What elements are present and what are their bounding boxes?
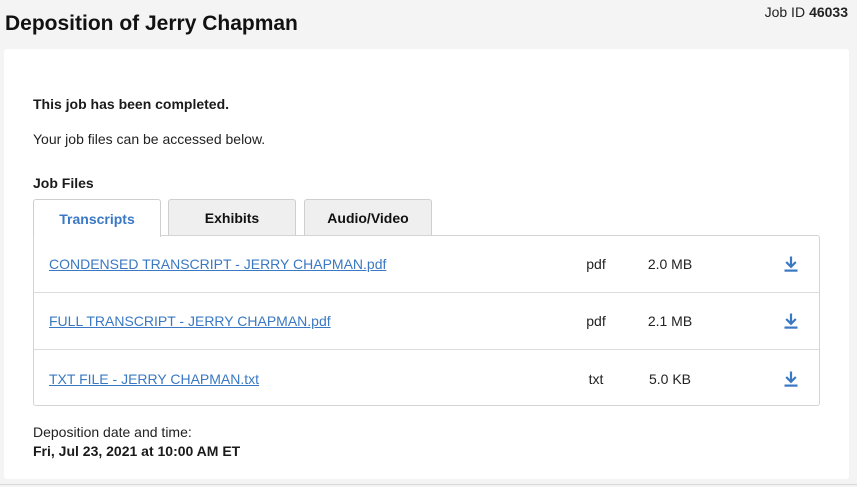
table-row: TXT FILE - JERRY CHAPMAN.txt txt 5.0 KB xyxy=(34,350,819,407)
deposition-date-label: Deposition date and time: xyxy=(33,424,192,440)
download-icon[interactable] xyxy=(782,255,800,273)
page-title: Deposition of Jerry Chapman xyxy=(5,12,298,35)
status-heading: This job has been completed. xyxy=(33,96,230,112)
tab-exhibits[interactable]: Exhibits xyxy=(168,199,296,235)
file-link-full-transcript[interactable]: FULL TRANSCRIPT - JERRY CHAPMAN.pdf xyxy=(49,313,331,329)
table-row: CONDENSED TRANSCRIPT - JERRY CHAPMAN.pdf… xyxy=(34,236,819,293)
deposition-date-value: Fri, Jul 23, 2021 at 10:00 AM ET xyxy=(33,443,241,459)
file-table: CONDENSED TRANSCRIPT - JERRY CHAPMAN.pdf… xyxy=(33,235,820,406)
file-link-txt-file[interactable]: TXT FILE - JERRY CHAPMAN.txt xyxy=(49,371,259,387)
tab-transcripts[interactable]: Transcripts xyxy=(33,199,161,237)
job-card: This job has been completed. Your job fi… xyxy=(4,49,849,479)
download-icon[interactable] xyxy=(782,312,800,330)
file-type: pdf xyxy=(586,256,606,272)
job-id-value: 46033 xyxy=(809,4,848,20)
file-type: txt xyxy=(588,370,604,387)
job-id: Job ID 46033 xyxy=(765,4,848,20)
table-row: FULL TRANSCRIPT - JERRY CHAPMAN.pdf pdf … xyxy=(34,293,819,350)
bottom-divider xyxy=(0,484,857,485)
tab-audio-video[interactable]: Audio/Video xyxy=(304,199,432,235)
file-size: 2.0 MB xyxy=(647,256,693,272)
status-subtext: Your job files can be accessed below. xyxy=(33,131,266,147)
file-size: 2.1 MB xyxy=(647,313,693,329)
job-files-heading: Job Files xyxy=(33,175,94,191)
download-icon[interactable] xyxy=(782,370,800,388)
file-type: pdf xyxy=(586,313,606,329)
job-id-label: Job ID xyxy=(764,4,806,20)
file-size: 5.0 KB xyxy=(648,370,692,387)
file-link-condensed-transcript[interactable]: CONDENSED TRANSCRIPT - JERRY CHAPMAN.pdf xyxy=(49,256,386,272)
